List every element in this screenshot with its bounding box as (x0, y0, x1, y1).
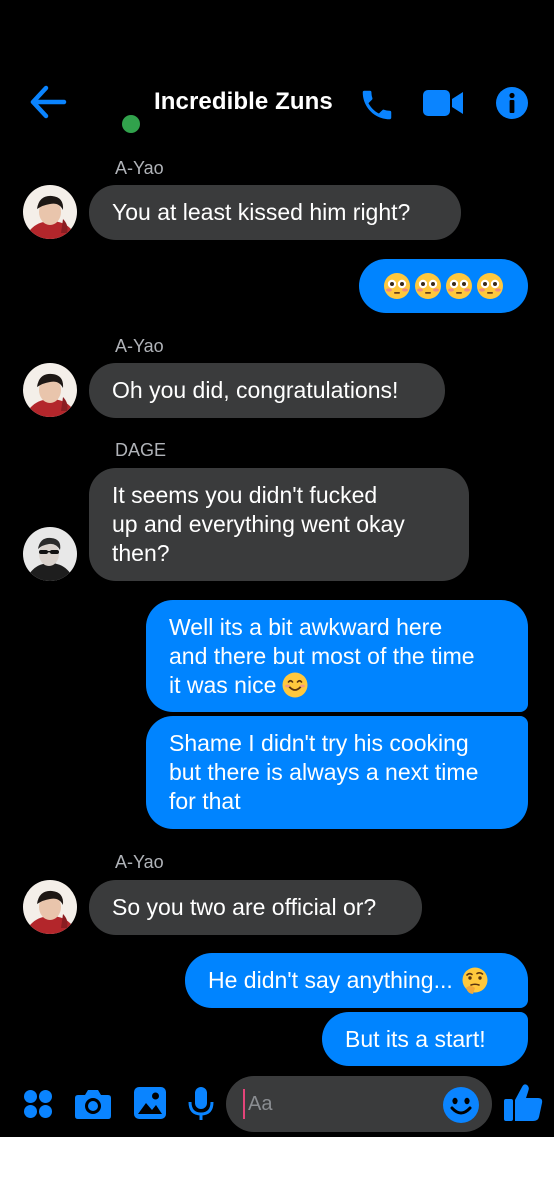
message-text-line: then? (112, 540, 170, 566)
sender-name: A-Yao (115, 852, 164, 872)
camera-icon[interactable] (74, 1088, 112, 1120)
message-bubble-incoming[interactable]: It seems you didn't fucked up and everyt… (89, 468, 469, 581)
message-text-line: It seems you didn't fucked (112, 482, 378, 508)
composer-bar: Aa (0, 1072, 554, 1137)
thumbs-up-icon[interactable] (502, 1082, 544, 1124)
message-input[interactable]: Aa (226, 1076, 492, 1132)
message-bubble-outgoing[interactable] (359, 259, 528, 313)
bottom-white-area (0, 1137, 554, 1200)
flushed-emoji-icon (415, 273, 441, 299)
message-text: Oh you did, congratulations! (112, 377, 399, 403)
sender-name: A-Yao (115, 158, 164, 178)
text-caret (243, 1089, 245, 1119)
flushed-emoji-icon (477, 273, 503, 299)
message-bubble-outgoing[interactable]: Well its a bit awkward here and there bu… (146, 600, 528, 712)
message-bubble-outgoing[interactable]: Shame I didn't try his cooking but there… (146, 716, 528, 829)
message-text-line-with-emoji: He didn't say anything... (208, 966, 505, 995)
message-bubble-incoming[interactable]: Oh you did, congratulations! (89, 363, 445, 418)
message-bubble-incoming[interactable]: You at least kissed him right? (89, 185, 461, 240)
flushed-emoji-icon (446, 273, 472, 299)
video-camera-icon[interactable] (422, 88, 464, 118)
message-text-line: it was nice (169, 671, 277, 698)
message-input-placeholder: Aa (248, 1093, 273, 1115)
message-bubble-outgoing[interactable]: But its a start! (322, 1012, 528, 1066)
sender-name: DAGE (115, 440, 167, 460)
message-text-line: and there but most of the time (169, 642, 475, 669)
message-text: But its a start! (345, 1025, 486, 1052)
message-text: He didn't say anything... (208, 967, 453, 993)
message-text: So you two are official or? (112, 894, 377, 920)
smiling-emoji-icon (282, 672, 308, 698)
avatar[interactable] (23, 527, 77, 581)
flushed-emoji-icon (384, 273, 410, 299)
message-text-line: but there is always a next time (169, 759, 479, 785)
chat-title[interactable]: Incredible Zuns (154, 88, 333, 116)
chat-header: Incredible Zuns (0, 70, 554, 136)
info-icon[interactable] (495, 86, 529, 120)
thinking-emoji-icon (462, 967, 488, 994)
gallery-icon[interactable] (133, 1086, 167, 1120)
apps-grid-icon[interactable] (22, 1088, 54, 1120)
emoji-icon[interactable] (442, 1086, 480, 1124)
message-emoji-text (383, 272, 504, 300)
avatar[interactable] (23, 185, 77, 239)
sender-name: A-Yao (115, 336, 164, 356)
back-arrow-icon[interactable] (28, 84, 68, 120)
message-bubble-outgoing[interactable]: He didn't say anything... (185, 953, 528, 1008)
online-status-dot (122, 115, 140, 133)
message-text-line-with-emoji: it was nice (169, 671, 505, 700)
phone-icon[interactable] (358, 86, 396, 124)
message-text-line: up and everything went okay (112, 511, 405, 537)
message-text: You at least kissed him right? (112, 199, 411, 225)
message-text-line: Well its a bit awkward here (169, 613, 443, 640)
avatar[interactable] (23, 363, 77, 417)
message-text-line: Shame I didn't try his cooking (169, 730, 469, 756)
avatar[interactable] (23, 880, 77, 934)
chat-screen: Incredible Zuns A-Yao You at least kisse… (0, 0, 554, 1137)
message-bubble-incoming[interactable]: So you two are official or? (89, 880, 422, 935)
message-text-line: for that (169, 788, 241, 814)
microphone-icon[interactable] (188, 1086, 214, 1122)
